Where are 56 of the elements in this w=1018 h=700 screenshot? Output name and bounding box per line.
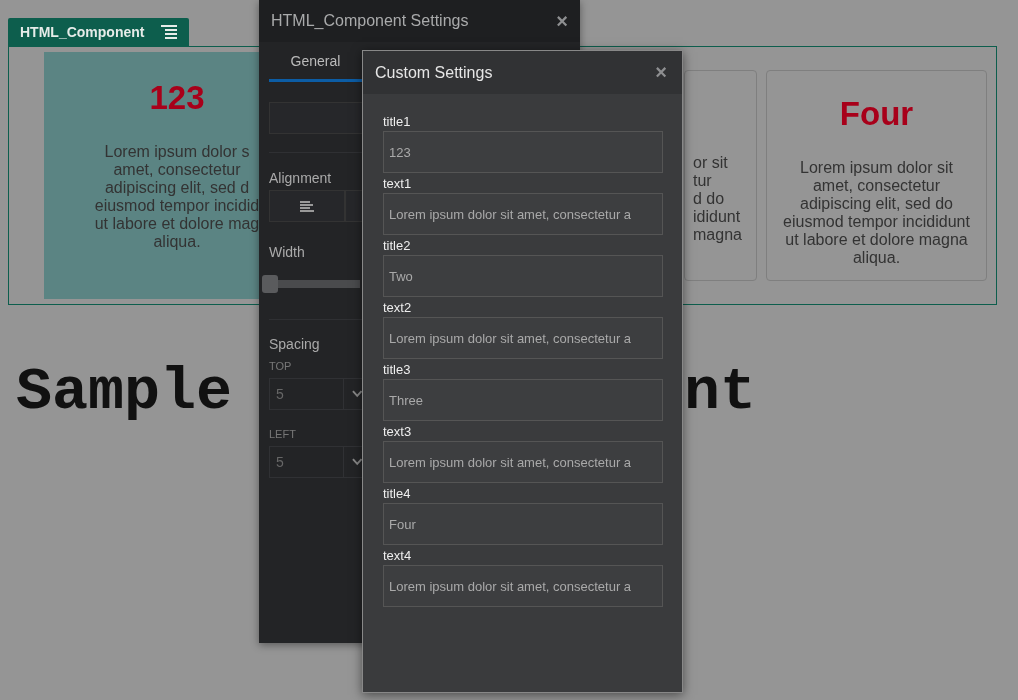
heading-text: Sample bbox=[16, 359, 233, 425]
card-text-line: ut labore et dolore mag bbox=[94, 215, 260, 233]
field-label: text1 bbox=[383, 176, 413, 192]
card-text-line: d do bbox=[693, 190, 725, 208]
menu-icon[interactable] bbox=[161, 25, 177, 39]
card-text-line: Lorem ipsum dolor sit bbox=[800, 159, 953, 177]
input-field[interactable]: 123 bbox=[383, 131, 663, 173]
panel-title: HTML_Component Settings bbox=[271, 12, 469, 30]
field-label: title4 bbox=[383, 486, 412, 502]
input-field[interactable]: Four bbox=[383, 503, 663, 545]
heading-text: nt bbox=[684, 359, 757, 425]
card-title: 123 bbox=[149, 79, 205, 117]
card-text-line: magna bbox=[693, 226, 742, 244]
card-text-line: aliqua. bbox=[153, 233, 201, 251]
align-left-button[interactable] bbox=[269, 190, 345, 222]
input-field[interactable]: Lorem ipsum dolor sit amet, consectetur a bbox=[383, 565, 663, 607]
card-text-line: amet, consectetur bbox=[812, 177, 941, 195]
field-label: title2 bbox=[383, 238, 412, 254]
input-field[interactable]: Lorem ipsum dolor sit amet, consectetur a bbox=[383, 441, 663, 483]
card-text-line: ut labore et dolore magna bbox=[785, 231, 968, 249]
card-title: Four bbox=[839, 95, 914, 133]
field-label: title3 bbox=[383, 362, 412, 378]
card-text-line: eiusmod tempor incidid bbox=[94, 197, 260, 215]
select-value: 5 bbox=[270, 447, 344, 477]
input-field[interactable]: Lorem ipsum dolor sit amet, consectetur a bbox=[383, 193, 663, 235]
close-button[interactable]: × bbox=[655, 61, 667, 84]
input-field[interactable]: Three bbox=[383, 379, 663, 421]
card-text-line: amet, consectetur bbox=[113, 161, 241, 179]
card-text-line: aliqua. bbox=[852, 249, 901, 267]
field-label: title1 bbox=[383, 114, 412, 130]
spacing-label: TOP bbox=[269, 360, 293, 372]
card-text-line: or sit bbox=[693, 154, 728, 172]
select-value: 5 bbox=[270, 379, 344, 409]
alignment-label: Alignment bbox=[269, 170, 333, 186]
card-text-line: eiusmod tempor incididunt bbox=[783, 213, 970, 231]
width-label: Width bbox=[269, 244, 306, 260]
spacing-label: Spacing bbox=[269, 336, 321, 352]
card-text-line: ididunt bbox=[693, 208, 741, 226]
close-button[interactable]: × bbox=[556, 9, 568, 33]
field-label: text2 bbox=[383, 300, 413, 316]
card-text-line: Lorem ipsum dolor s bbox=[104, 143, 250, 161]
field-label: text3 bbox=[383, 424, 413, 440]
input-field[interactable] bbox=[269, 102, 362, 134]
card-text-line: tur bbox=[693, 172, 712, 190]
dialog-title: Custom Settings bbox=[375, 63, 493, 82]
input-field[interactable]: Lorem ipsum dolor sit amet, consectetur a bbox=[383, 317, 663, 359]
slider-thumb[interactable] bbox=[262, 275, 278, 293]
spacing-label: LEFT bbox=[269, 428, 297, 440]
component-tab[interactable]: HTML_Component bbox=[8, 18, 189, 46]
align-left-icon bbox=[300, 200, 314, 212]
align-button[interactable] bbox=[345, 190, 362, 222]
component-label: HTML_Component bbox=[20, 24, 145, 40]
card-text-line: adipiscing elit, sed d bbox=[104, 179, 250, 197]
card-text-line: adipiscing elit, sed do bbox=[800, 195, 953, 213]
input-field[interactable]: Two bbox=[383, 255, 663, 297]
field-label: text4 bbox=[383, 548, 413, 564]
